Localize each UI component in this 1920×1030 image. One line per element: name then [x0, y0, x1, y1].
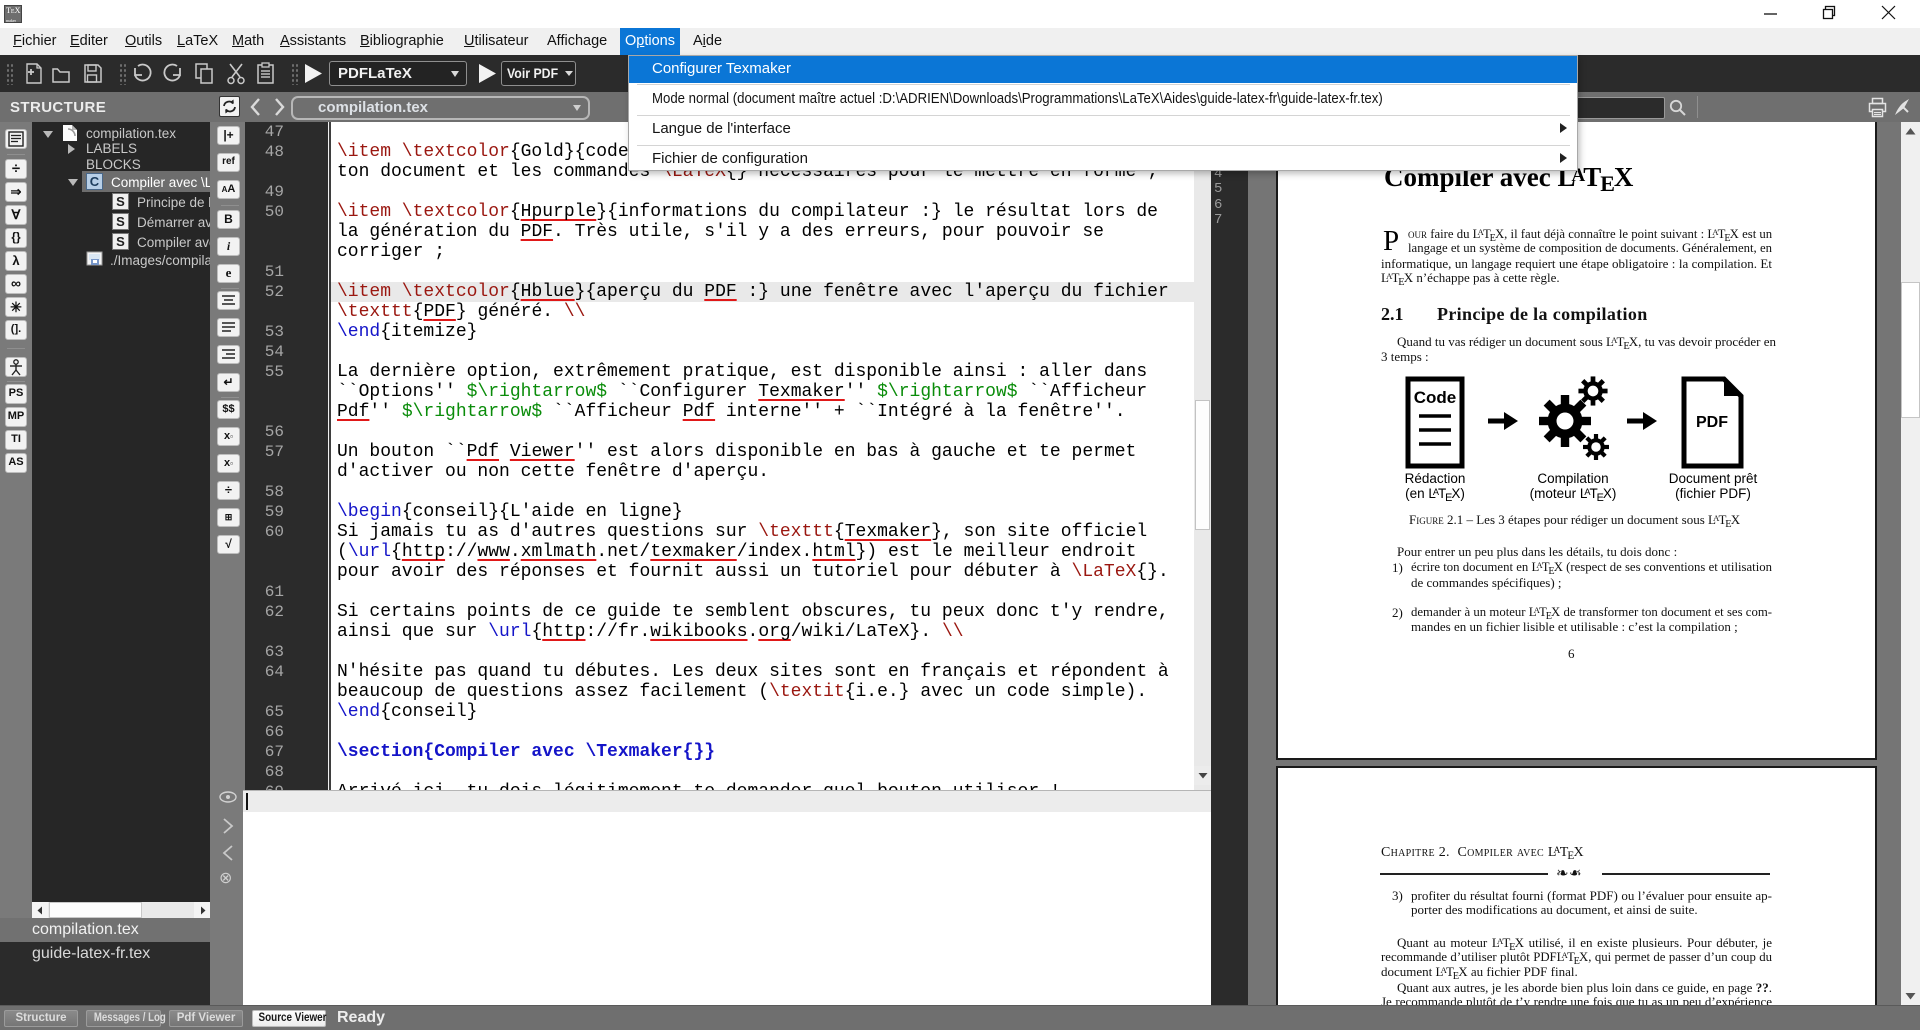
svg-text:Code: Code — [1414, 388, 1457, 407]
svg-text:PDF: PDF — [1696, 414, 1728, 431]
